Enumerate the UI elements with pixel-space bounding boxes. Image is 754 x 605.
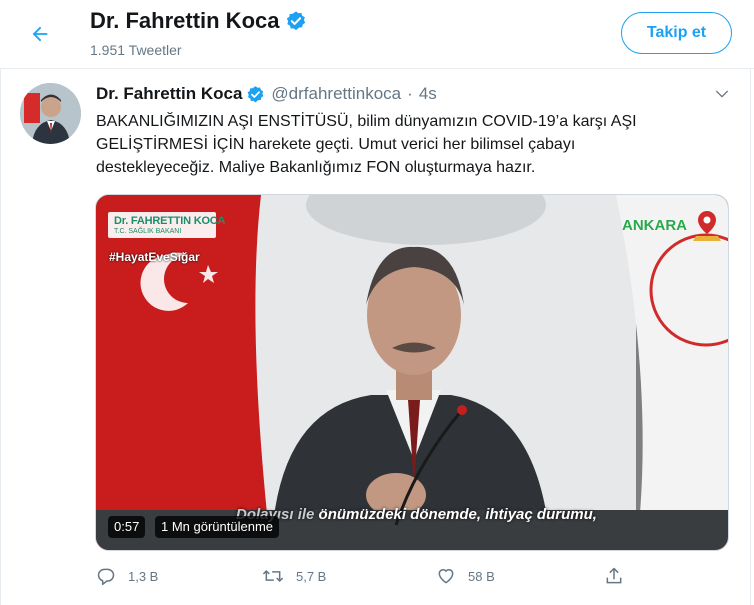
verified-badge-icon	[248, 85, 264, 102]
like-count: 58 B	[468, 568, 495, 584]
avatar[interactable]	[20, 83, 81, 144]
overlay-hashtag: #HayatEveSığar	[109, 250, 200, 264]
back-button[interactable]	[22, 16, 58, 52]
tweet-text-line: GELİŞTİRMESİ İÇİN harekete geçti. Umut v…	[96, 136, 576, 153]
overlay-name: Dr. FAHRETTIN KOCA	[114, 215, 226, 227]
video-view-count: 1 Mn görüntülenme	[155, 516, 280, 538]
video-player[interactable]: Dr. FAHRETTIN KOCA T.C. SAĞLIK BAKANI #H…	[95, 194, 729, 551]
tweet-count: 1.951 Tweetler	[90, 42, 182, 58]
retweet-icon	[262, 569, 284, 583]
subtitle-text: önümüzdeki dönemde, ihtiyaç durumu,	[318, 506, 597, 523]
like-button[interactable]: 58 B	[436, 566, 495, 586]
tweet-text-line: BAKANLIĞIMIZIN AŞI ENSTİTÜSÜ, bilim düny…	[96, 113, 637, 130]
avatar-image	[20, 83, 81, 144]
overlay-location: ANKARA	[622, 217, 687, 234]
tweet-menu-button[interactable]	[712, 84, 732, 104]
tweet-handle[interactable]: @drfahrettinkoca	[271, 84, 401, 104]
tweet-header: Dr. Fahrettin Koca @drfahrettinkoca · 4s	[96, 84, 437, 104]
timeline-border-right	[750, 69, 751, 605]
share-button[interactable]	[604, 566, 624, 586]
tweet-text-line: destekleyeceğiz. Maliye Bakanlığımız FON…	[96, 159, 536, 176]
page-title-text: Dr. Fahrettin Koca	[90, 8, 280, 33]
retweet-count: 5,7 B	[296, 568, 327, 584]
video-frame	[96, 195, 728, 550]
tweet-text: BAKANLIĞIMIZIN AŞI ENSTİTÜSÜ, bilim düny…	[96, 110, 716, 179]
name-lower-third: Dr. FAHRETTIN KOCA T.C. SAĞLIK BAKANI	[108, 212, 226, 238]
page-title: Dr. Fahrettin Koca	[90, 8, 307, 34]
video-subtitle: Dolayısı ile önümüzdeki dönemde, ihtiyaç…	[236, 506, 597, 523]
reply-count: 1,3 B	[128, 568, 159, 584]
tweet-timestamp[interactable]: 4s	[419, 84, 437, 104]
profile-header: Dr. Fahrettin Koca 1.951 Tweetler Takip …	[0, 0, 754, 69]
verified-badge-icon	[287, 11, 306, 31]
overlay-title: T.C. SAĞLIK BAKANI	[114, 228, 182, 235]
tweet-actions: 1,3 B 5,7 B 58 B	[0, 560, 754, 600]
meta-separator: ·	[407, 84, 413, 103]
reply-icon	[97, 568, 115, 586]
reply-button[interactable]: 1,3 B	[96, 566, 158, 586]
retweet-button[interactable]: 5,7 B	[262, 566, 326, 586]
timeline-border-left	[0, 69, 1, 605]
video-duration: 0:57	[108, 516, 146, 538]
location-pin-icon	[693, 211, 721, 241]
share-icon	[606, 567, 622, 584]
heart-icon	[438, 569, 454, 584]
chevron-down-icon	[716, 90, 728, 98]
arrow-left-icon	[32, 26, 48, 42]
follow-button[interactable]: Takip et	[621, 12, 732, 54]
tweet-author-name[interactable]: Dr. Fahrettin Koca	[96, 84, 242, 104]
